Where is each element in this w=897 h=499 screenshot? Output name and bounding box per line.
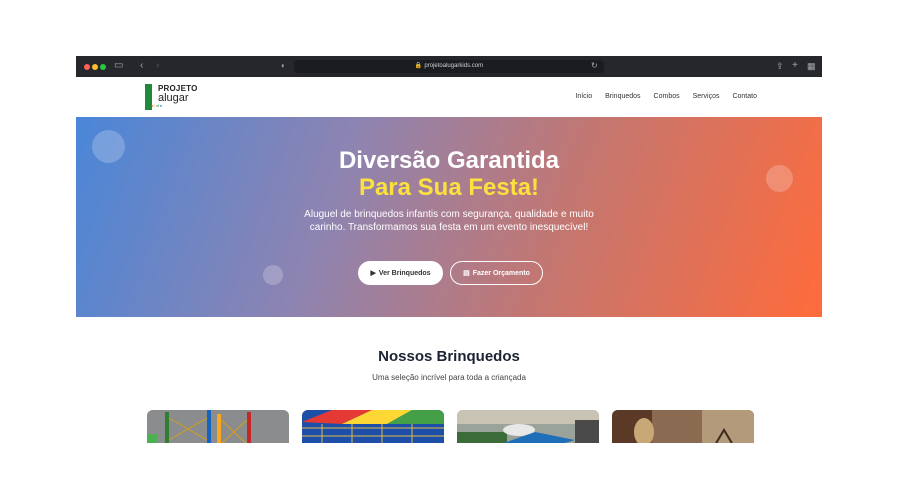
decorative-bubble — [263, 265, 283, 285]
logo-letter: i — [154, 103, 156, 108]
sidebar-icon[interactable]: ▭ — [114, 59, 123, 73]
view-toys-button[interactable]: ▶ Ver Brinquedos — [358, 261, 443, 285]
back-icon[interactable]: ‹ — [140, 59, 143, 73]
address-bar[interactable]: 🔒 projetoalugarkids.com — [294, 60, 604, 73]
hero-title: Diversão Garantida — [338, 147, 560, 174]
nav-inicio[interactable]: Início — [575, 93, 592, 100]
view-toys-label: Ver Brinquedos — [378, 269, 431, 277]
minimize-window-button[interactable] — [92, 64, 98, 70]
site-header: PROJETO alugar kids Início Brinquedos Co… — [76, 77, 822, 117]
site-logo[interactable]: PROJETO alugar kids — [145, 84, 215, 112]
nav-servicos[interactable]: Serviços — [693, 93, 720, 100]
logo-letter: k — [151, 103, 154, 108]
maximize-window-button[interactable] — [100, 64, 106, 70]
address-url: projetoalugarkids.com — [424, 63, 484, 69]
main-nav: Início Brinquedos Combos Serviços Contat… — [575, 93, 757, 100]
toy-photo — [302, 410, 444, 443]
close-window-button[interactable] — [84, 64, 90, 70]
hero-section: Diversão Garantida Para Sua Festa! Alugu… — [76, 117, 822, 317]
hero-description: Aluguel de brinquedos infantis com segur… — [304, 209, 594, 233]
tab-overview-icon[interactable]: ▦ — [807, 59, 816, 73]
calculator-icon: ▤ — [463, 270, 470, 277]
toy-card-image[interactable] — [302, 410, 444, 443]
forward-icon[interactable]: › — [156, 59, 159, 73]
toy-photo — [147, 410, 289, 443]
reload-icon[interactable]: ↻ — [591, 59, 598, 73]
privacy-shield-icon[interactable]: ◐ — [281, 59, 286, 73]
logo-text-kids: kids — [151, 103, 163, 108]
toy-photo — [457, 410, 599, 443]
new-tab-icon[interactable]: + — [792, 59, 798, 73]
logo-letter: s — [159, 103, 163, 108]
request-quote-label: Fazer Orçamento — [472, 269, 530, 277]
browser-window: ▭ ‹ › ◐ 🔒 projetoalugarkids.com ↻ ⇪ + ▦ P… — [76, 56, 822, 443]
nav-contato[interactable]: Contato — [732, 93, 757, 100]
toy-photo — [612, 410, 754, 443]
lock-icon: 🔒 — [414, 63, 423, 69]
request-quote-button[interactable]: ▤ Fazer Orçamento — [450, 261, 543, 285]
toy-card-image[interactable] — [147, 410, 289, 443]
play-icon: ▶ — [370, 270, 376, 277]
nav-combos[interactable]: Combos — [654, 93, 680, 100]
hero-subtitle: Para Sua Festa! — [358, 174, 540, 201]
toy-card-image[interactable] — [457, 410, 599, 443]
logo-letter: d — [156, 103, 159, 108]
nav-brinquedos[interactable]: Brinquedos — [605, 93, 640, 100]
share-icon[interactable]: ⇪ — [776, 59, 784, 73]
section-subtitle: Uma seleção incrível para toda a criança… — [372, 373, 526, 382]
toy-card-image[interactable] — [612, 410, 754, 443]
browser-toolbar: ▭ ‹ › ◐ 🔒 projetoalugarkids.com ↻ ⇪ + ▦ — [76, 56, 822, 77]
section-title: Nossos Brinquedos — [378, 348, 520, 365]
